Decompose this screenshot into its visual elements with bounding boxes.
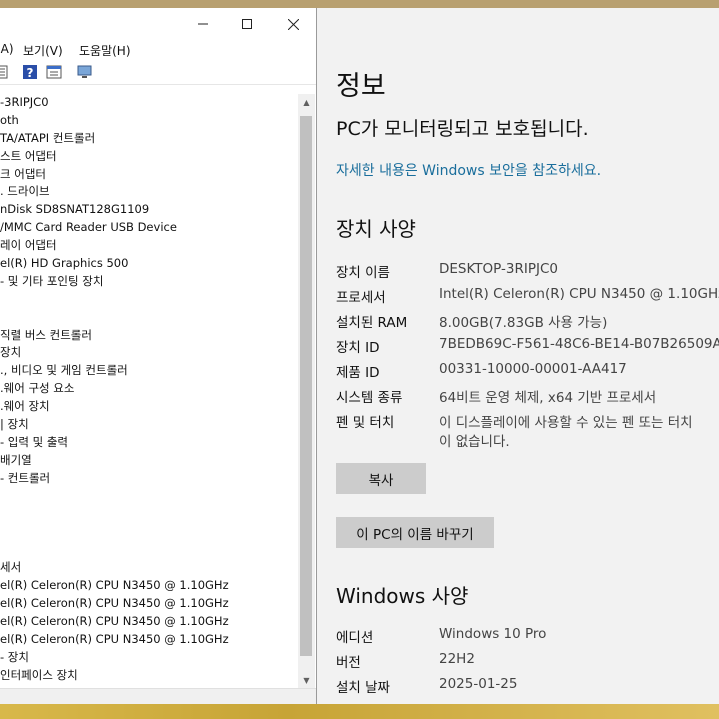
tree-item[interactable]: 배기열 bbox=[0, 452, 298, 470]
spec-label: 시스템 종류 bbox=[336, 390, 403, 406]
properties-icon[interactable] bbox=[0, 64, 10, 80]
device-tree: -3RIPJC0 oth TA/ATAPI 컨트롤러 스트 어댑터 크 어댑터. 드라이… bbox=[0, 94, 298, 688]
spec-label: 제품 ID bbox=[336, 365, 380, 381]
tree-item[interactable]: - 장치 bbox=[0, 649, 298, 667]
tree-item[interactable] bbox=[0, 488, 298, 506]
tree-item[interactable] bbox=[0, 309, 298, 327]
spec-value: 이 없습니다. bbox=[439, 434, 510, 450]
device-spec-heading: 장치 사양 bbox=[336, 217, 416, 241]
tree-item[interactable]: 레이 어댑터 bbox=[0, 237, 298, 255]
settings-titlebar bbox=[317, 8, 719, 40]
page-title: 정보 bbox=[336, 71, 386, 102]
tree-item[interactable]: .웨어 장치 bbox=[0, 398, 298, 416]
device-manager-titlebar bbox=[0, 8, 316, 40]
spec-value: 2025-01-25 bbox=[439, 676, 518, 692]
menu-action[interactable]: (A) bbox=[0, 42, 14, 56]
device-manager-window: (A) 보기(V) 도움말(H) ? -3RIPJC0othTA/ATAPI 컨… bbox=[0, 8, 317, 706]
spec-label: 설치된 RAM bbox=[336, 315, 408, 331]
protection-status: PC가 모니터링되고 보호됩니다. bbox=[336, 118, 589, 140]
scroll-down-icon[interactable]: ▼ bbox=[298, 672, 315, 688]
maximize-button[interactable] bbox=[224, 8, 270, 40]
windows-spec-heading: Windows 사양 bbox=[336, 584, 469, 608]
tree-item[interactable]: /MMC Card Reader USB Device bbox=[0, 219, 298, 237]
spec-value: 8.00GB(7.83GB 사용 가능) bbox=[439, 315, 608, 331]
spec-value: 64비트 운영 체제, x64 기반 프로세서 bbox=[439, 390, 657, 406]
spec-label: 에디션 bbox=[336, 630, 374, 646]
tree-item[interactable]: 크 어댑터 bbox=[0, 166, 298, 184]
scrollbar-thumb[interactable] bbox=[300, 116, 312, 656]
tree-item[interactable]: el(R) HD Graphics 500 bbox=[0, 255, 298, 273]
menu-view[interactable]: 보기(V) bbox=[23, 42, 63, 59]
tree-item[interactable]: 장치 bbox=[0, 344, 298, 362]
tree-item[interactable]: el(R) Celeron(R) CPU N3450 @ 1.10GHz bbox=[0, 577, 298, 595]
tree-item[interactable]: el(R) Celeron(R) CPU N3450 @ 1.10GHz bbox=[0, 595, 298, 613]
vertical-scrollbar[interactable]: ▲ ▼ bbox=[298, 94, 315, 688]
tree-item[interactable]: . 드라이브 bbox=[0, 183, 298, 201]
tree-item[interactable]: 세서 bbox=[0, 559, 298, 577]
spec-value: 7BEDB69C-F561-48C6-BE14-B07B26509AC3 bbox=[439, 336, 719, 352]
spec-value: 이 디스플레이에 사용할 수 있는 펜 또는 터치 bbox=[439, 415, 693, 431]
spec-value: DESKTOP-3RIPJC0 bbox=[439, 261, 558, 277]
spec-label: 설치 날짜 bbox=[336, 680, 390, 696]
tree-item[interactable]: el(R) Celeron(R) CPU N3450 @ 1.10GHz bbox=[0, 631, 298, 649]
tree-item[interactable]: - 컨트롤러 bbox=[0, 470, 298, 488]
spec-label: 프로세서 bbox=[336, 290, 386, 306]
tree-item[interactable] bbox=[0, 541, 298, 559]
tree-item[interactable]: 인터페이스 장치 bbox=[0, 667, 298, 685]
menu-bar: (A) 보기(V) 도움말(H) bbox=[0, 40, 316, 60]
windows-security-link[interactable]: 자세한 내용은 Windows 보안을 참조하세요. bbox=[336, 160, 601, 180]
desktop-background bbox=[0, 704, 719, 719]
tree-item[interactable]: ., 비디오 및 게임 컨트롤러 bbox=[0, 362, 298, 380]
rename-pc-button[interactable]: 이 PC의 이름 바꾸기 bbox=[336, 517, 494, 548]
close-button[interactable] bbox=[270, 8, 316, 40]
help-icon[interactable]: ? bbox=[22, 64, 38, 80]
tree-item[interactable]: TA/ATAPI 컨트롤러 bbox=[0, 130, 298, 148]
view-resources-icon[interactable] bbox=[46, 64, 62, 80]
minimize-button[interactable] bbox=[180, 8, 226, 40]
tree-item[interactable]: .웨어 구성 요소 bbox=[0, 380, 298, 398]
spec-label: 펜 및 터치 bbox=[336, 415, 395, 431]
tree-item[interactable]: - 입력 및 출력 bbox=[0, 434, 298, 452]
scan-hardware-icon[interactable] bbox=[77, 64, 93, 80]
minimize-icon bbox=[198, 23, 208, 25]
svg-text:?: ? bbox=[27, 66, 34, 80]
tree-item[interactable]: | 장치 bbox=[0, 416, 298, 434]
maximize-icon bbox=[242, 19, 252, 29]
spec-label: 버전 bbox=[336, 655, 361, 671]
spec-label: 장치 ID bbox=[336, 340, 380, 356]
spec-label: 장치 이름 bbox=[336, 265, 390, 281]
menu-help[interactable]: 도움말(H) bbox=[79, 42, 131, 59]
settings-about-window: 정보 PC가 모니터링되고 보호됩니다. 자세한 내용은 Windows 보안을… bbox=[317, 8, 719, 706]
tree-item[interactable]: 스트 어댑터 bbox=[0, 148, 298, 166]
toolbar: ? bbox=[0, 60, 316, 85]
tree-item[interactable]: 직렬 버스 컨트롤러 bbox=[0, 327, 298, 345]
tree-item[interactable] bbox=[0, 291, 298, 309]
tree-item[interactable]: - 및 기타 포인팅 장치 bbox=[0, 273, 298, 291]
spec-value: Intel(R) Celeron(R) CPU N3450 @ 1.10GHz bbox=[439, 286, 719, 302]
spec-value: 22H2 bbox=[439, 651, 475, 667]
spec-value: 00331-10000-00001-AA417 bbox=[439, 361, 627, 377]
tree-item[interactable]: oth bbox=[0, 112, 298, 130]
scroll-up-icon[interactable]: ▲ bbox=[298, 94, 315, 110]
close-icon bbox=[287, 18, 299, 30]
copy-button[interactable]: 복사 bbox=[336, 463, 426, 494]
tree-item[interactable] bbox=[0, 505, 298, 523]
tree-item[interactable]: el(R) Celeron(R) CPU N3450 @ 1.10GHz bbox=[0, 613, 298, 631]
tree-item[interactable]: nDisk SD8SNAT128G1109 bbox=[0, 201, 298, 219]
tree-item[interactable]: -3RIPJC0 bbox=[0, 94, 298, 112]
spec-value: Windows 10 Pro bbox=[439, 626, 547, 642]
tree-item[interactable] bbox=[0, 523, 298, 541]
